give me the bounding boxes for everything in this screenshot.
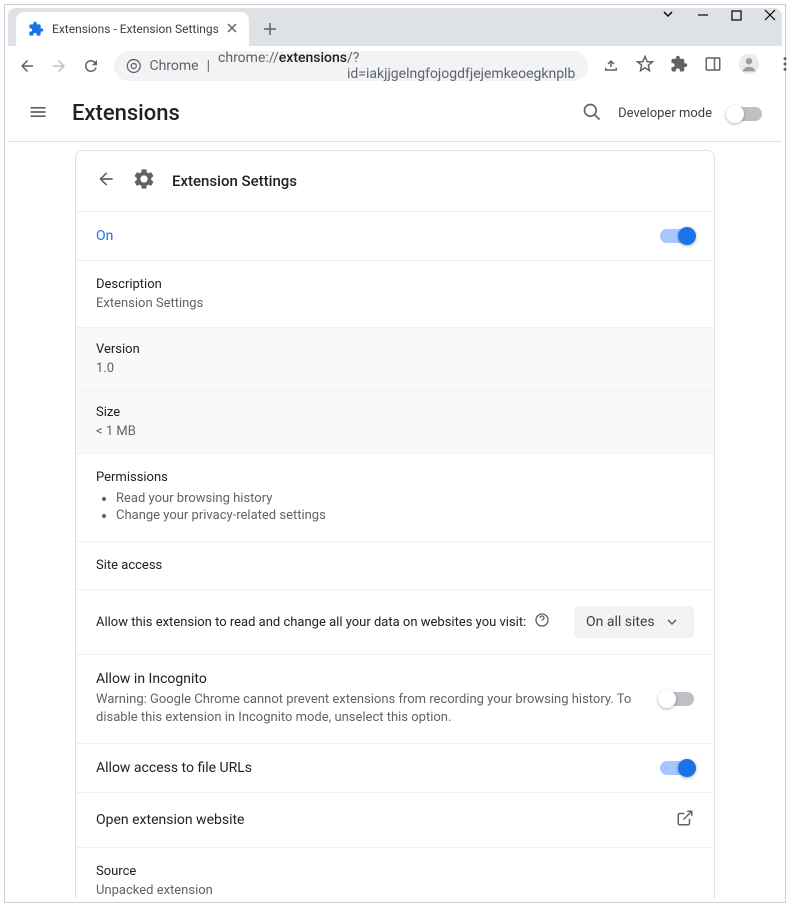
- extension-card: Extension Settings On Description Extens…: [75, 150, 715, 899]
- hamburger-icon[interactable]: [28, 102, 48, 126]
- back-arrow-icon[interactable]: [96, 169, 116, 193]
- side-panel-icon[interactable]: [704, 55, 722, 77]
- source-type: Unpacked extension: [96, 883, 694, 898]
- chevron-down-icon[interactable]: [661, 6, 675, 25]
- close-tab-icon[interactable]: [227, 22, 237, 36]
- tab-title: Extensions - Extension Settings: [52, 22, 219, 36]
- gear-icon: [132, 167, 156, 195]
- file-urls-toggle[interactable]: [660, 761, 694, 775]
- site-access-dropdown[interactable]: On all sites: [574, 606, 694, 638]
- size-label: Size: [96, 405, 694, 420]
- version-value: 1.0: [96, 361, 694, 376]
- bookmark-icon[interactable]: [636, 55, 654, 77]
- card-title: Extension Settings: [172, 172, 297, 190]
- close-window-button[interactable]: [764, 6, 776, 25]
- permissions-list: Read your browsing history Change your p…: [96, 485, 694, 523]
- extensions-header: Extensions Developer mode: [8, 86, 782, 142]
- content-scroll[interactable]: Extension Settings On Description Extens…: [8, 142, 782, 899]
- back-button[interactable]: [18, 56, 36, 76]
- external-link-icon: [676, 809, 694, 831]
- site-access-desc: Allow this extension to read and change …: [96, 615, 526, 630]
- open-website-label: Open extension website: [96, 812, 244, 828]
- permission-item: Change your privacy-related settings: [116, 508, 694, 523]
- open-website-row[interactable]: Open extension website: [76, 792, 714, 847]
- dropdown-value: On all sites: [586, 614, 655, 630]
- on-label: On: [96, 228, 113, 244]
- maximize-button[interactable]: [731, 6, 742, 25]
- description-value: Extension Settings: [96, 296, 694, 311]
- extension-enable-toggle[interactable]: [660, 229, 694, 243]
- description-label: Description: [96, 277, 694, 292]
- incognito-warning: Warning: Google Chrome cannot prevent ex…: [96, 691, 644, 727]
- size-value: < 1 MB: [96, 424, 694, 439]
- incognito-toggle[interactable]: [660, 692, 694, 706]
- developer-mode-toggle[interactable]: [728, 107, 762, 121]
- source-label: Source: [96, 864, 694, 879]
- incognito-label: Allow in Incognito: [96, 671, 644, 687]
- search-icon[interactable]: [582, 102, 602, 126]
- tab-bar: Extensions - Extension Settings: [8, 8, 782, 46]
- forward-button[interactable]: [50, 56, 68, 76]
- site-access-label: Site access: [96, 558, 694, 573]
- permissions-label: Permissions: [96, 470, 694, 485]
- url-input[interactable]: Chrome | chrome://extensions/?id=iakjjge…: [114, 51, 588, 81]
- new-tab-button[interactable]: [257, 15, 283, 46]
- version-label: Version: [96, 342, 694, 357]
- chevron-down-icon: [667, 617, 677, 627]
- share-icon[interactable]: [602, 55, 620, 77]
- developer-mode-label: Developer mode: [618, 106, 712, 121]
- address-bar: Chrome | chrome://extensions/?id=iakjjge…: [8, 46, 782, 86]
- page-title: Extensions: [72, 101, 180, 126]
- minimize-button[interactable]: [697, 6, 709, 25]
- extension-icon: [28, 21, 44, 37]
- url-scheme: Chrome: [149, 58, 198, 74]
- extensions-icon[interactable]: [670, 55, 688, 77]
- browser-tab[interactable]: Extensions - Extension Settings: [16, 12, 249, 46]
- file-urls-label: Allow access to file URLs: [96, 760, 252, 776]
- help-icon[interactable]: [534, 612, 550, 632]
- menu-icon[interactable]: [776, 55, 790, 77]
- reload-button[interactable]: [82, 56, 100, 76]
- permission-item: Read your browsing history: [116, 491, 694, 506]
- chrome-logo-icon: [126, 58, 141, 74]
- profile-icon[interactable]: [738, 53, 760, 79]
